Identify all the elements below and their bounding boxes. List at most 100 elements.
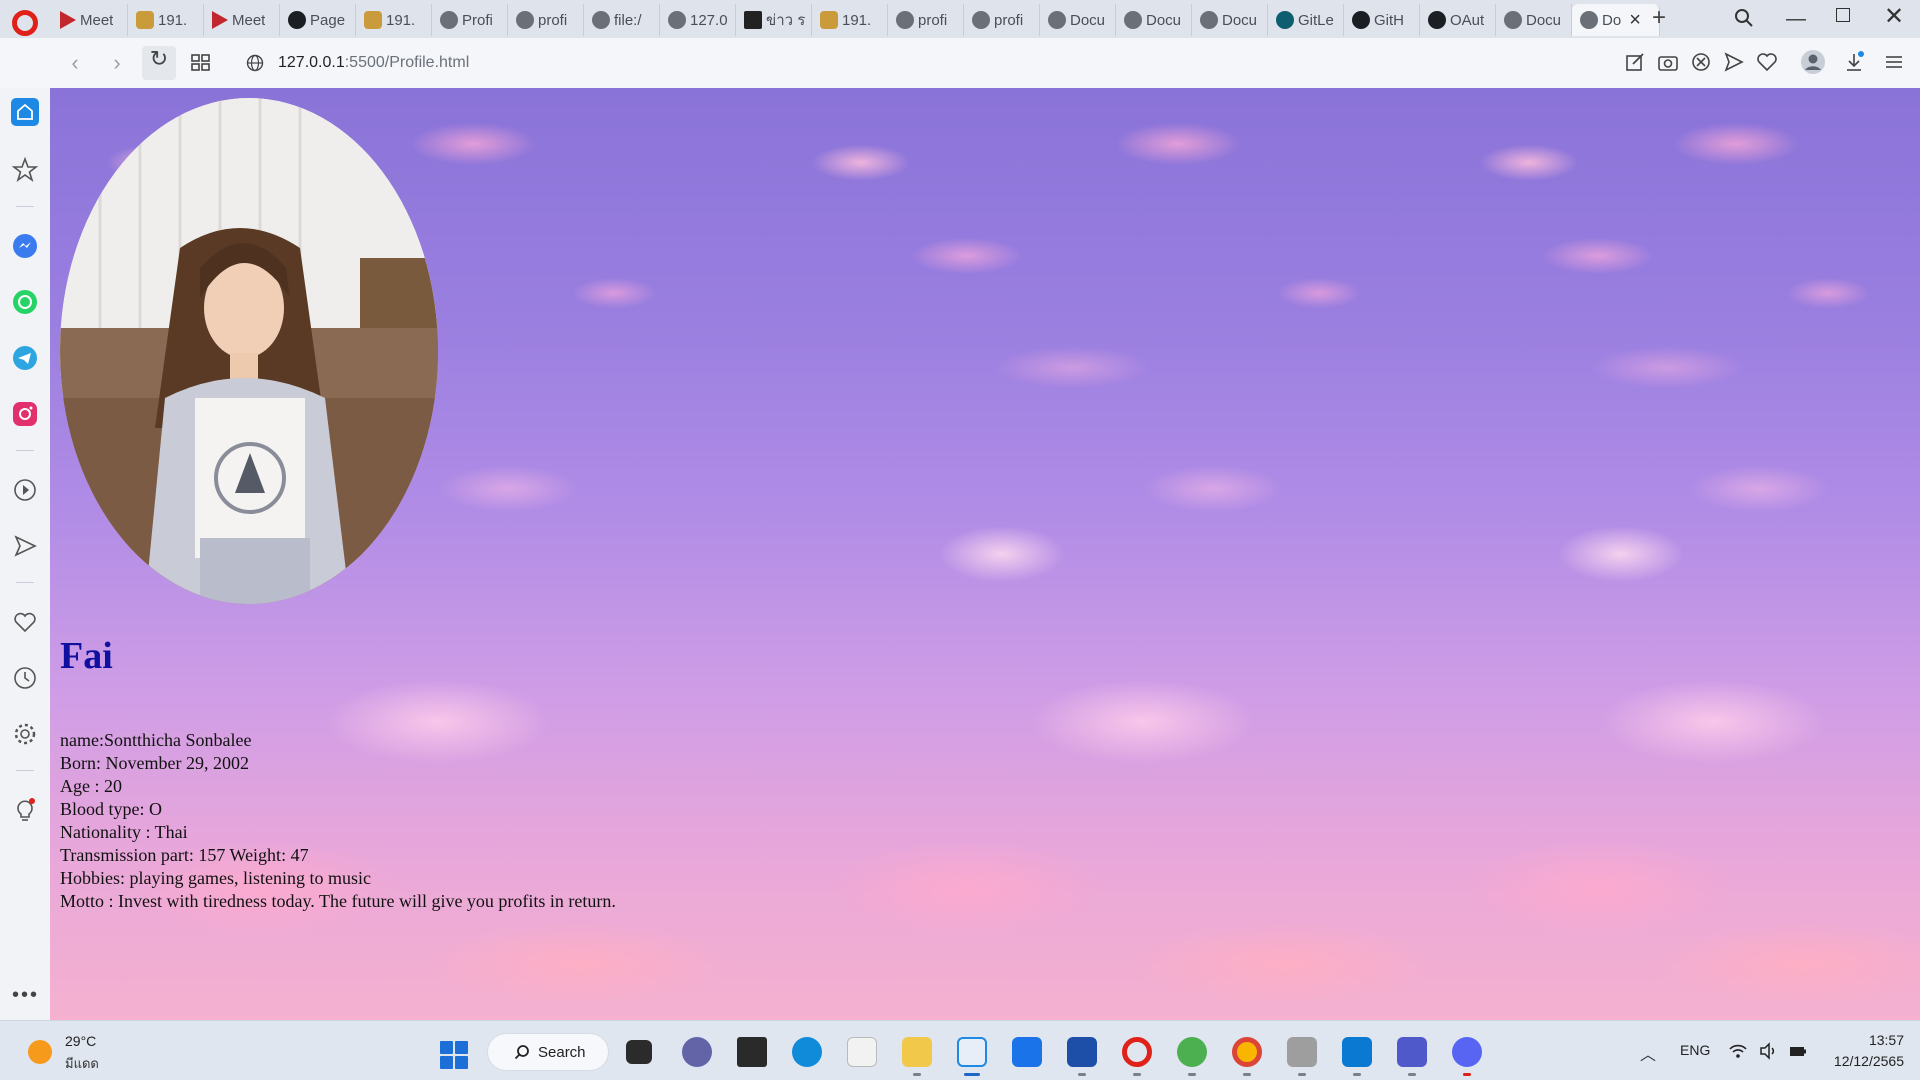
restore-window-button[interactable] xyxy=(1836,8,1850,22)
utorrent-icon[interactable] xyxy=(1177,1037,1207,1067)
browser-tab[interactable]: Meet xyxy=(204,4,280,36)
app-icon[interactable] xyxy=(1287,1037,1317,1067)
wifi-icon[interactable] xyxy=(1728,1041,1748,1061)
battery-icon[interactable] xyxy=(1788,1041,1808,1061)
instagram-icon[interactable] xyxy=(11,400,39,428)
snipping-tool-icon[interactable] xyxy=(957,1037,987,1067)
weather-description[interactable]: มีแดด xyxy=(65,1053,99,1074)
url-field[interactable]: 127.0.0.1:5500/Profile.html xyxy=(246,50,469,76)
profile-avatar-icon[interactable] xyxy=(1800,49,1826,75)
bookmarks-heart-icon[interactable] xyxy=(11,608,39,636)
browser-tab[interactable]: 191. xyxy=(812,4,888,36)
clock-time[interactable]: 13:57 xyxy=(1852,1032,1904,1048)
browser-tab[interactable]: 191. xyxy=(128,4,204,36)
globe-icon xyxy=(592,11,610,29)
browser-tab[interactable]: ข่าว ร xyxy=(736,4,812,36)
clock-date[interactable]: 12/12/2565 xyxy=(1826,1053,1904,1069)
browser-tab[interactable]: Docu xyxy=(1192,4,1268,36)
running-indicator xyxy=(1133,1073,1141,1076)
tab-strip: Meet 191. Meet Page 191. Profi profi file:/ 127.… xyxy=(0,0,1920,38)
weather-sun-icon[interactable] xyxy=(28,1040,52,1064)
site-info-icon[interactable] xyxy=(246,54,264,72)
microsoft-store-icon[interactable] xyxy=(1067,1037,1097,1067)
browser-tab[interactable]: profi xyxy=(964,4,1040,36)
snapshot-edit-icon[interactable] xyxy=(1624,51,1646,73)
teams-chat-icon[interactable] xyxy=(682,1037,712,1067)
globe-icon xyxy=(896,11,914,29)
tab-label: Do xyxy=(1602,11,1622,29)
taskbar-search-button[interactable]: Search xyxy=(487,1033,609,1071)
tab-grid-icon[interactable] xyxy=(190,51,212,73)
browser-tab[interactable]: Docu xyxy=(1496,4,1572,36)
telegram-icon[interactable] xyxy=(11,344,39,372)
home-icon[interactable] xyxy=(11,98,39,126)
amazon-icon[interactable] xyxy=(847,1037,877,1067)
easy-setup-icon[interactable] xyxy=(1883,51,1905,73)
downloads-icon[interactable] xyxy=(1843,51,1865,73)
start-windows-icon[interactable] xyxy=(440,1041,468,1069)
discord-icon[interactable] xyxy=(1452,1037,1482,1067)
opera-taskbar-icon[interactable] xyxy=(1122,1037,1152,1067)
speed-dial-star-icon[interactable] xyxy=(11,156,39,184)
running-indicator xyxy=(1188,1073,1196,1076)
flow-send-icon[interactable] xyxy=(11,532,39,560)
forward-button[interactable]: › xyxy=(104,50,130,76)
close-tab-icon[interactable]: × xyxy=(1629,9,1641,32)
file-explorer-icon[interactable] xyxy=(902,1037,932,1067)
sidebar-more-icon[interactable]: ••• xyxy=(12,984,39,1007)
detail-nationality: Nationality : Thai xyxy=(60,822,188,842)
input-language[interactable]: ENG xyxy=(1680,1042,1710,1058)
close-window-button[interactable]: ✕ xyxy=(1884,2,1904,31)
tray-chevron-up-icon[interactable]: ︿ xyxy=(1640,1041,1656,1065)
send-icon[interactable] xyxy=(1723,51,1745,73)
running-indicator xyxy=(1243,1073,1251,1076)
browser-tab[interactable]: 127.0 xyxy=(660,4,736,36)
camera-icon[interactable] xyxy=(1657,51,1679,73)
teams-icon[interactable] xyxy=(1397,1037,1427,1067)
browser-tab[interactable]: Docu xyxy=(1116,4,1192,36)
vscode-icon[interactable] xyxy=(1342,1037,1372,1067)
browser-tab[interactable]: profi xyxy=(508,4,584,36)
minimize-window-button[interactable]: — xyxy=(1786,8,1806,31)
browser-tab[interactable]: Meet xyxy=(52,4,128,36)
browser-tab[interactable]: Page xyxy=(280,4,356,36)
browser-tab[interactable]: 191. xyxy=(356,4,432,36)
running-indicator xyxy=(1353,1073,1361,1076)
tab-label: Meet xyxy=(232,11,266,29)
reload-button[interactable]: ↻ xyxy=(142,46,176,80)
back-button[interactable]: ‹ xyxy=(62,50,88,76)
task-view-icon[interactable] xyxy=(626,1040,652,1064)
dropbox-icon[interactable] xyxy=(737,1037,767,1067)
opera-menu-icon[interactable] xyxy=(12,10,38,36)
browser-tab[interactable]: GitLe xyxy=(1268,4,1344,36)
browser-tab[interactable]: profi xyxy=(888,4,964,36)
bookmark-heart-icon[interactable] xyxy=(1756,51,1778,73)
volume-icon[interactable] xyxy=(1758,1041,1778,1061)
sidebar-divider xyxy=(16,582,34,583)
weather-temperature[interactable]: 29°C xyxy=(65,1033,96,1049)
mail-icon[interactable] xyxy=(1012,1037,1042,1067)
globe-icon xyxy=(1580,11,1598,29)
ad-block-icon[interactable] xyxy=(1690,51,1712,73)
browser-tab-active[interactable]: Do × xyxy=(1572,4,1660,36)
player-icon[interactable] xyxy=(11,476,39,504)
tab-label: file:/ xyxy=(614,11,642,29)
tips-lightbulb-icon[interactable] xyxy=(11,796,39,824)
whatsapp-icon[interactable] xyxy=(11,288,39,316)
chrome-icon[interactable] xyxy=(1232,1037,1262,1067)
tab-search-icon[interactable] xyxy=(1734,8,1754,28)
browser-tab[interactable]: Docu xyxy=(1040,4,1116,36)
browser-tab[interactable]: Profi xyxy=(432,4,508,36)
edge-icon[interactable] xyxy=(792,1037,822,1067)
lock-icon xyxy=(136,11,154,29)
github-icon xyxy=(288,11,306,29)
sidebar: ••• xyxy=(0,88,50,1020)
settings-gear-icon[interactable] xyxy=(11,720,39,748)
browser-tab[interactable]: file:/ xyxy=(584,4,660,36)
new-tab-button[interactable]: + xyxy=(1652,4,1666,32)
meet-icon xyxy=(212,11,228,29)
messenger-icon[interactable] xyxy=(11,232,39,260)
browser-tab[interactable]: GitH xyxy=(1344,4,1420,36)
history-clock-icon[interactable] xyxy=(11,664,39,692)
browser-tab[interactable]: OAut xyxy=(1420,4,1496,36)
